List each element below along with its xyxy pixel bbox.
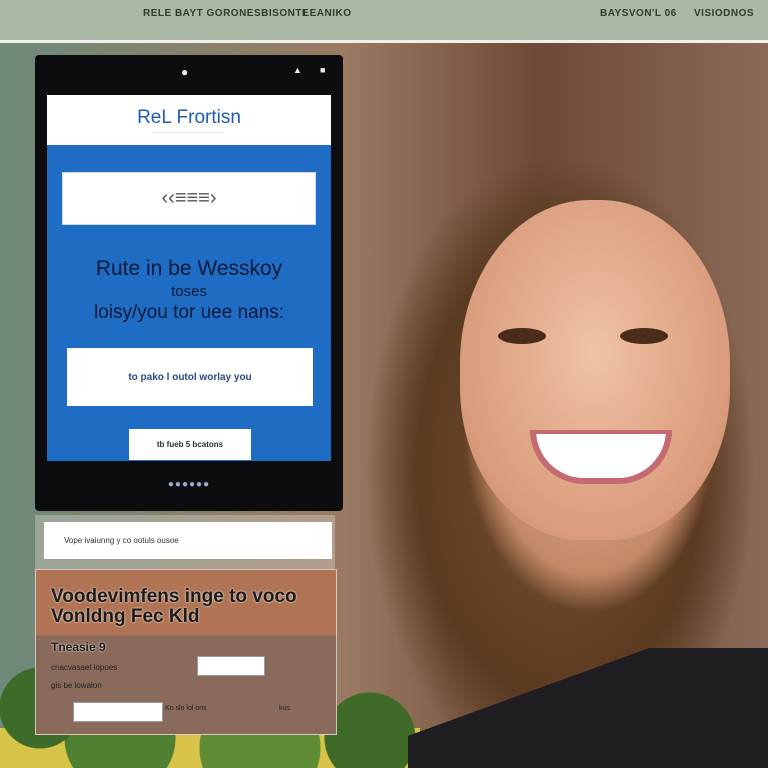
listing-title-line-2: Vonldng Fec Kld [51,606,200,627]
listing-panel: Vope ivaiunng y co ootuls ousoe Voodevim… [35,515,337,735]
camera-icon: ● [181,65,189,79]
app-subtitle: ........................... [152,129,225,135]
mini-input-1[interactable] [197,656,265,676]
listing-label: Tneasie 9 [51,640,106,654]
submit-button[interactable]: tb fueb 5 bcatons [129,429,251,460]
mini-input-2[interactable] [73,702,163,722]
eye-right [620,328,668,344]
logo-icon: ‹‹≡≡≡› [161,187,217,209]
top-navigation-bar: RELE BAYT GORONESBISONTE LEANIKO BAYSVON… [0,0,768,43]
phone-screen: ReL Frortisn ...........................… [47,95,331,461]
smile [530,430,672,484]
signal-icon: ▲ [293,65,302,75]
nav-link-listings[interactable]: LEANIKO [303,8,352,19]
headline-line-1: Rute in be Wesskoy [95,257,283,280]
nav-link-services[interactable]: BAYSVON'L 06 [600,8,677,19]
logo-box: ‹‹≡≡≡› [62,172,316,225]
search-bar[interactable]: Vope ivaiunng y co ootuls ousoe [44,522,332,559]
nav-link-home[interactable]: RELE BAYT GORONESBISONTE [143,8,309,19]
mini-text-1: Ko slo lol ons [165,705,207,712]
headline: Rute in be Wesskoy toses loisy/you tor u… [47,257,331,324]
app-title: ReL Frortisn [137,107,241,128]
phone-mockup: ● ▲ ■ ReL Frortisn .....................… [35,55,343,511]
headline-line-3: loisy/you tor uee nans: [93,302,285,323]
listing-detail-1: cnacvasaet lopoes [51,663,118,672]
background-shirt [408,648,768,768]
carousel-dots[interactable]: ●●●●●● [35,479,343,490]
smiling-woman-photo [460,200,730,540]
cta-field[interactable]: to pako l outol worlay you [67,348,313,406]
nav-link-videos[interactable]: VISIODNOS [694,8,754,19]
eye-left [498,328,546,344]
listing-title: Voodevimfens inge to voco Vonldng Fec Kl… [51,587,297,627]
headline-line-2: toses [171,283,207,300]
battery-icon: ■ [320,65,326,75]
app-header: ReL Frortisn ........................... [47,95,331,145]
listing-title-line-1: Voodevimfens inge to voco [51,586,297,607]
listing-detail-2: gis be lowalon [51,681,102,690]
mini-text-2: kus [279,705,290,712]
phone-status-bar: ● ▲ ■ [35,65,343,85]
